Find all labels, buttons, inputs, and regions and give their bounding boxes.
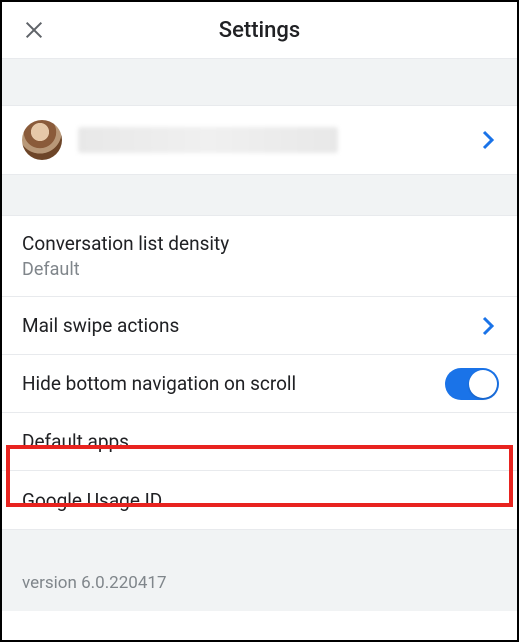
section-spacer bbox=[2, 58, 517, 106]
row-title: Hide bottom navigation on scroll bbox=[22, 372, 497, 395]
toggle-hide-nav[interactable] bbox=[445, 368, 499, 400]
settings-list: Conversation list density Default Mail s… bbox=[2, 216, 517, 529]
version-text: version 6.0.220417 bbox=[22, 573, 497, 593]
account-name-redacted bbox=[78, 127, 338, 153]
close-icon bbox=[23, 19, 45, 41]
row-subtitle: Default bbox=[22, 259, 497, 280]
section-spacer bbox=[2, 529, 517, 559]
section-spacer bbox=[2, 174, 517, 216]
version-row: version 6.0.220417 bbox=[2, 559, 517, 611]
page-title: Settings bbox=[219, 18, 300, 43]
avatar bbox=[22, 120, 62, 160]
account-row[interactable] bbox=[2, 106, 517, 174]
row-title: Google Usage ID bbox=[22, 489, 497, 512]
row-hide-bottom-nav[interactable]: Hide bottom navigation on scroll bbox=[2, 355, 517, 413]
row-google-usage-id[interactable]: Google Usage ID bbox=[2, 471, 517, 529]
header: Settings bbox=[2, 2, 517, 58]
row-mail-swipe-actions[interactable]: Mail swipe actions bbox=[2, 297, 517, 355]
row-default-apps[interactable]: Default apps bbox=[2, 413, 517, 471]
chevron-right-icon bbox=[481, 316, 495, 336]
chevron-right-icon bbox=[481, 130, 495, 150]
row-title: Default apps bbox=[22, 430, 497, 453]
row-title: Conversation list density bbox=[22, 232, 497, 255]
row-title: Mail swipe actions bbox=[22, 314, 497, 337]
close-button[interactable] bbox=[20, 16, 48, 44]
toggle-knob bbox=[469, 370, 497, 398]
row-conversation-density[interactable]: Conversation list density Default bbox=[2, 216, 517, 297]
